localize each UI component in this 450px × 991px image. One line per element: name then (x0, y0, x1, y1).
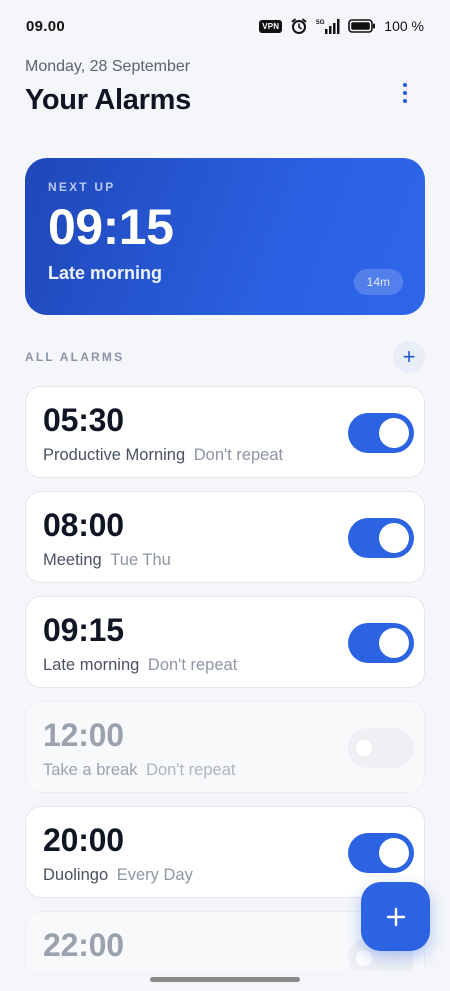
alarm-toggle[interactable] (348, 728, 414, 768)
alarm-card-0530[interactable]: 05:30 Productive Morning Don't repeat (25, 386, 425, 478)
toggle-knob (356, 740, 372, 756)
battery-percent: 100 % (384, 18, 424, 34)
alarm-name: Late morning (43, 656, 140, 675)
more-vertical-icon (403, 83, 407, 87)
add-alarm-fab[interactable] (361, 882, 430, 951)
header: Monday, 28 September Your Alarms (25, 58, 425, 117)
alarm-meta: Duolingo Every Day (43, 866, 407, 885)
toggle-knob (379, 523, 409, 553)
alarm-meta: Meeting Tue Thu (43, 551, 407, 570)
toggle-knob (379, 628, 409, 658)
alarm-card-1200[interactable]: 12:00 Take a break Don't repeat (25, 701, 425, 793)
page-title: Your Alarms (25, 84, 191, 116)
next-alarm-card[interactable]: NEXT UP 09:15 Late morning 14m (25, 158, 425, 315)
alarm-repeat: Don't repeat (146, 761, 236, 780)
signal-icon: 5G (316, 17, 340, 35)
status-time: 09.00 (26, 17, 66, 35)
all-alarms-header: ALL ALARMS + (25, 341, 425, 373)
status-bar: 09.00 VPN 5G 100 % (0, 0, 450, 52)
more-vertical-icon-dot (403, 99, 407, 103)
alarm-meta: Late morning Don't repeat (43, 656, 407, 675)
alarm-name: Meeting (43, 551, 102, 570)
battery-icon (348, 18, 376, 34)
toggle-knob (379, 838, 409, 868)
all-alarms-label: ALL ALARMS (25, 350, 125, 364)
add-alarm-small-button[interactable]: + (393, 341, 425, 373)
alarm-toggle[interactable] (348, 623, 414, 663)
alarm-repeat: Don't repeat (193, 446, 284, 465)
alarm-name: Take a break (43, 761, 138, 780)
countdown-badge: 14m (353, 269, 403, 295)
alarm-name: Duolingo (43, 866, 109, 885)
plus-icon (386, 907, 405, 926)
alarm-meta: Take a break Don't repeat (43, 761, 407, 780)
header-date: Monday, 28 September (25, 58, 191, 75)
alarm-toggle[interactable] (348, 833, 414, 873)
alarm-clock-icon (290, 17, 308, 35)
plus-icon: + (402, 344, 416, 369)
more-menu-button[interactable] (395, 78, 415, 108)
vpn-badge: VPN (259, 19, 283, 33)
next-alarm-time: 09:15 (48, 199, 174, 255)
status-icons: VPN 5G 100 % (259, 17, 424, 35)
more-vertical-icon-dot (403, 91, 407, 95)
next-alarm-name: Late morning (48, 263, 163, 283)
toggle-knob (356, 950, 372, 966)
alarm-toggle[interactable] (348, 413, 414, 453)
alarm-card-2000[interactable]: 20:00 Duolingo Every Day (25, 806, 425, 898)
alarm-repeat: Every Day (116, 866, 193, 885)
home-indicator[interactable] (150, 977, 300, 982)
next-up-label: NEXT UP (48, 180, 116, 194)
alarm-repeat: Tue Thu (110, 551, 171, 570)
alarm-repeat: Don't repeat (147, 656, 238, 675)
alarm-meta: Productive Morning Don't repeat (43, 446, 407, 465)
network-label: 5G (316, 19, 325, 26)
alarm-card-0800[interactable]: 08:00 Meeting Tue Thu (25, 491, 425, 583)
alarm-toggle[interactable] (348, 518, 414, 558)
alarm-list[interactable]: 05:30 Productive Morning Don't repeat 08… (25, 386, 425, 970)
alarm-name: Productive Morning (43, 446, 186, 465)
toggle-knob (379, 418, 409, 448)
alarm-card-0915[interactable]: 09:15 Late morning Don't repeat (25, 596, 425, 688)
